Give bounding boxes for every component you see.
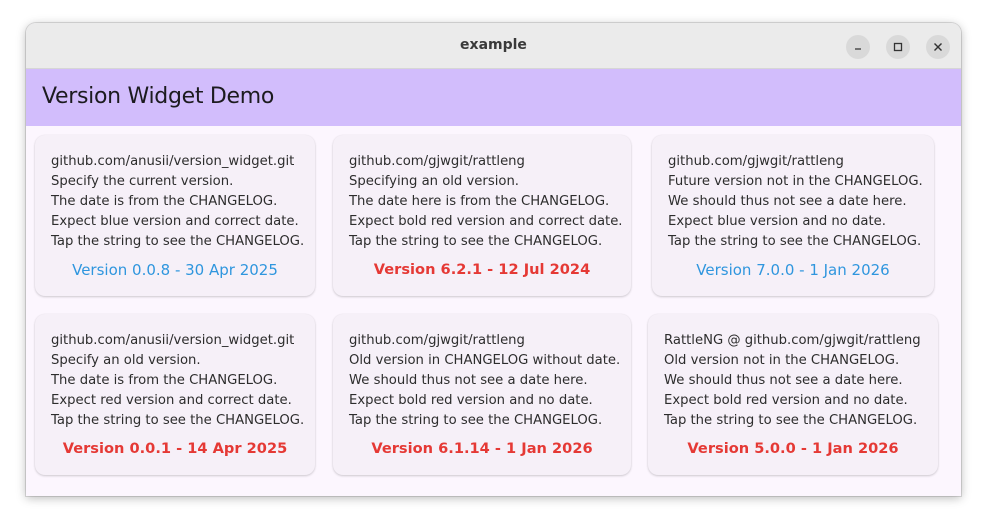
app-bar-title: Version Widget Demo (42, 84, 275, 109)
card-line: The date here is from the CHANGELOG. (349, 194, 610, 209)
card-line: github.com/gjwgit/rattleng (349, 154, 525, 169)
card-line: Specify the current version. (51, 174, 234, 189)
card-line: Tap the string to see the CHANGELOG. (349, 413, 603, 428)
card-description: github.com/gjwgit/rattleng Specifying an… (349, 152, 623, 252)
card-line: github.com/gjwgit/rattleng (668, 154, 844, 169)
card-line: Future version not in the CHANGELOG. (668, 174, 923, 189)
card-line: Tap the string to see the CHANGELOG. (349, 234, 603, 249)
card-line: Tap the string to see the CHANGELOG. (51, 234, 305, 249)
card-line: The date is from the CHANGELOG. (51, 373, 278, 388)
version-link[interactable]: Version 7.0.0 - 1 Jan 2026 (652, 261, 934, 279)
maximize-button[interactable] (886, 35, 910, 59)
version-link[interactable]: Version 6.1.14 - 1 Jan 2026 (333, 440, 631, 457)
card-description: github.com/gjwgit/rattleng Future versio… (668, 152, 923, 252)
card-line: Expect blue version and no date. (668, 214, 886, 229)
card-line: Tap the string to see the CHANGELOG. (668, 234, 922, 249)
close-button[interactable] (926, 35, 950, 59)
close-icon (934, 43, 942, 51)
card-line: Old version not in the CHANGELOG. (664, 353, 900, 368)
app-window: example Version Widget Demo github.com/a… (26, 23, 961, 496)
version-card: github.com/anusii/version_widget.git Spe… (35, 314, 315, 475)
version-link[interactable]: Version 5.0.0 - 1 Jan 2026 (648, 440, 938, 457)
card-line: Expect blue version and correct date. (51, 214, 299, 229)
card-line: Expect bold red version and no date. (664, 393, 908, 408)
card-line: Expect red version and correct date. (51, 393, 292, 408)
card-description: github.com/gjwgit/rattleng Old version i… (349, 331, 620, 431)
card-description: github.com/anusii/version_widget.git Spe… (51, 152, 304, 252)
app-bar: Version Widget Demo (26, 69, 961, 126)
version-card: github.com/gjwgit/rattleng Future versio… (652, 135, 934, 296)
minimize-button[interactable] (846, 35, 870, 59)
version-link[interactable]: Version 0.0.8 - 30 Apr 2025 (35, 261, 315, 279)
card-line: Expect bold red version and correct date… (349, 214, 623, 229)
card-description: github.com/anusii/version_widget.git Spe… (51, 331, 304, 431)
card-line: Specify an old version. (51, 353, 201, 368)
version-card: github.com/gjwgit/rattleng Specifying an… (333, 135, 631, 296)
card-line: github.com/anusii/version_widget.git (51, 154, 295, 169)
version-card: RattleNG @ github.com/gjwgit/rattleng Ol… (648, 314, 938, 475)
version-card: github.com/gjwgit/rattleng Old version i… (333, 314, 631, 475)
card-line: We should thus not see a date here. (668, 194, 907, 209)
card-line: Tap the string to see the CHANGELOG. (664, 413, 918, 428)
version-link[interactable]: Version 0.0.1 - 14 Apr 2025 (35, 440, 315, 457)
minimize-icon (855, 48, 861, 50)
card-description: RattleNG @ github.com/gjwgit/rattleng Ol… (664, 331, 921, 431)
card-line: Tap the string to see the CHANGELOG. (51, 413, 305, 428)
card-line: We should thus not see a date here. (664, 373, 903, 388)
version-card: github.com/anusii/version_widget.git Spe… (35, 135, 315, 296)
card-line: github.com/anusii/version_widget.git (51, 333, 295, 348)
maximize-icon (893, 42, 903, 52)
title-bar[interactable]: example (26, 23, 961, 69)
card-line: Expect bold red version and no date. (349, 393, 593, 408)
window-title: example (460, 37, 527, 53)
card-line: Old version in CHANGELOG without date. (349, 353, 621, 368)
card-line: Specifying an old version. (349, 174, 519, 189)
card-line: github.com/gjwgit/rattleng (349, 333, 525, 348)
card-line: RattleNG @ github.com/gjwgit/rattleng (664, 333, 921, 348)
card-line: We should thus not see a date here. (349, 373, 588, 388)
card-line: The date is from the CHANGELOG. (51, 194, 278, 209)
version-link[interactable]: Version 6.2.1 - 12 Jul 2024 (333, 261, 631, 278)
